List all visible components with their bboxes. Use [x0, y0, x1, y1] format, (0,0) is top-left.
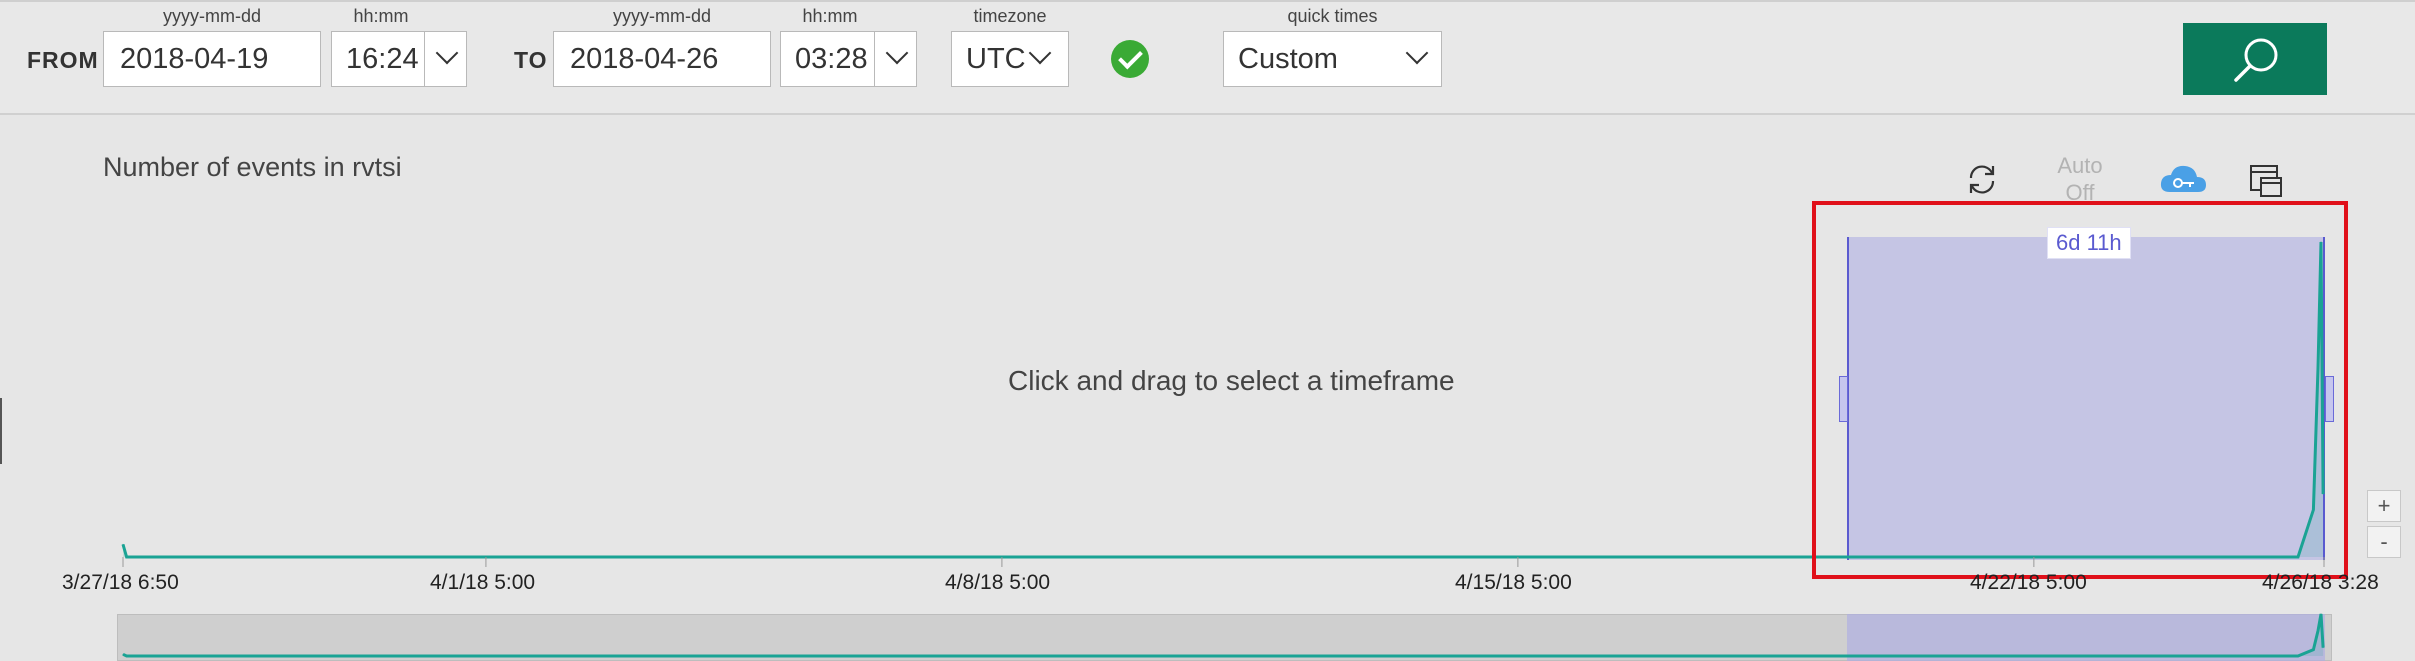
events-series-point	[122, 543, 124, 545]
selection-highlight-box	[1812, 201, 2348, 579]
events-series-point	[126, 556, 128, 558]
x-tick-label: 4/15/18 5:00	[1455, 571, 1572, 594]
zoom-out-button[interactable]: -	[2367, 526, 2401, 558]
x-tick-label: 4/1/18 5:00	[430, 571, 536, 594]
x-tick-label: 3/27/18 6:50	[62, 571, 179, 594]
x-tick-label: 4/8/18 5:00	[945, 571, 1051, 594]
overview-selection[interactable]	[1847, 614, 2325, 661]
x-tick-label: 4/22/18 5:00	[1970, 571, 2087, 594]
zoom-in-button[interactable]: +	[2367, 490, 2401, 522]
x-tick-label: 4/26/18 3:28	[2262, 571, 2379, 594]
